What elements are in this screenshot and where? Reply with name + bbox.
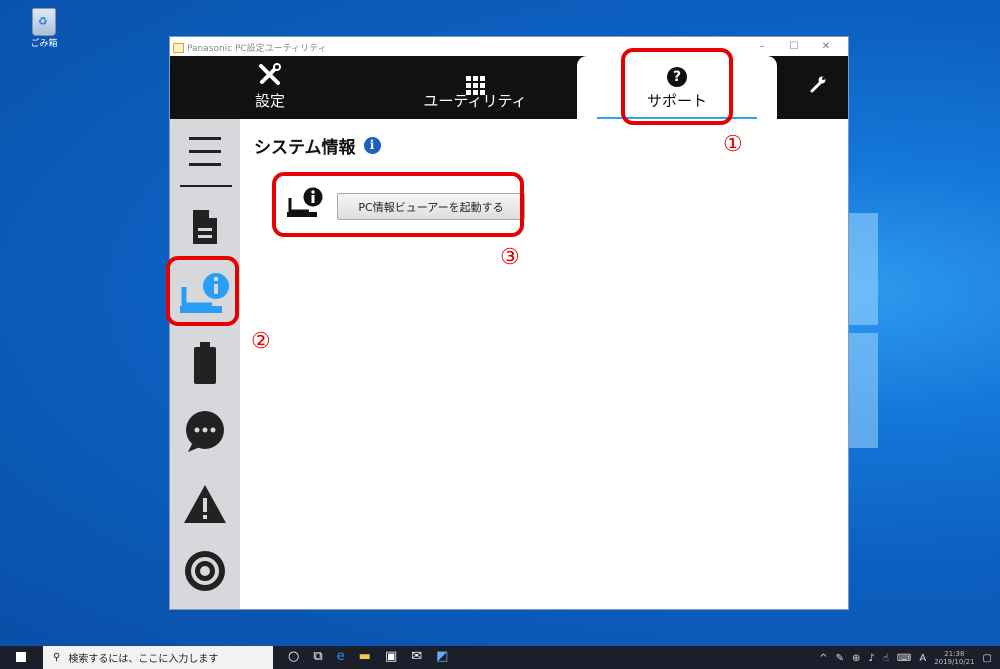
clock-time: 21:38 (944, 650, 965, 658)
tab-utility[interactable]: ユーティリティ (400, 56, 550, 119)
sidebar (170, 119, 240, 609)
close-button[interactable]: ✕ (810, 37, 842, 56)
pen-icon[interactable]: ✎ (836, 653, 844, 664)
store-icon[interactable]: ▣ (385, 649, 397, 664)
tools-icon (215, 62, 325, 88)
window-title: Panasonic PC設定ユーティリティ (187, 44, 327, 54)
annotation-3: ③ (500, 245, 520, 270)
sidebar-item-chat[interactable] (170, 401, 240, 461)
sidebar-item-battery[interactable] (170, 333, 240, 393)
tab-settings[interactable]: 設定 (215, 56, 325, 119)
main-tabs: 設定 ユーティリティ ? サポート (170, 56, 848, 120)
maximize-button[interactable]: ☐ (778, 37, 810, 56)
document-icon (193, 210, 217, 244)
file-explorer-icon[interactable]: ▬ (359, 649, 371, 664)
system-tray: ^ ✎ ⊕ ♪ ☝ ⌨ A 21:38 2019/10/21 ▢ (819, 650, 992, 666)
clock-date: 2019/10/21 (934, 658, 975, 666)
sidebar-item-warning[interactable] (170, 474, 240, 534)
keyboard-icon[interactable]: ⌨ (897, 653, 911, 664)
pc-settings-window: Panasonic PC設定ユーティリティ – ☐ ✕ 設定 ユーティリティ ?… (170, 37, 848, 609)
volume-icon[interactable]: ♪ (868, 653, 874, 664)
taskbar-apps: ○ ⧉ e ▬ ▣ ✉ ◩ (288, 649, 448, 664)
app-icon (173, 42, 184, 53)
clock[interactable]: 21:38 2019/10/21 (934, 650, 974, 666)
sidebar-divider (180, 185, 232, 187)
wrench-icon (788, 74, 848, 100)
edge-icon[interactable]: e (337, 649, 345, 664)
annotation-1: ① (723, 132, 743, 157)
annotation-2: ② (251, 329, 271, 354)
menu-icon[interactable] (170, 121, 240, 181)
taskbar-search[interactable]: ⚲ 検索するには、ここに入力します (43, 646, 273, 669)
recycle-bin-icon (32, 8, 56, 36)
windows-start-icon[interactable] (16, 652, 26, 662)
mail-icon[interactable]: ✉ (411, 649, 422, 664)
chat-icon (186, 411, 224, 452)
title-bar[interactable]: Panasonic PC設定ユーティリティ – ☐ ✕ (170, 37, 848, 56)
page-title: システム情報 i (254, 133, 381, 158)
highlight-launch-button (272, 172, 524, 237)
page-title-text: システム情報 (254, 138, 356, 158)
tab-settings-label: 設定 (254, 92, 285, 110)
search-icon: ⚲ (53, 652, 61, 663)
sidebar-item-target[interactable] (170, 541, 240, 601)
target-icon (185, 551, 225, 591)
tab-utility-label: ユーティリティ (423, 92, 527, 110)
grid-icon (400, 62, 550, 95)
recycle-bin-shortcut[interactable]: ごみ箱 (25, 8, 63, 49)
chevron-up-icon[interactable]: ^ (819, 653, 827, 664)
info-icon[interactable]: i (363, 137, 381, 154)
recycle-bin-label: ごみ箱 (30, 39, 58, 49)
network-icon[interactable]: ⊕ (852, 653, 860, 664)
ime-indicator[interactable]: A (919, 653, 926, 664)
warning-icon (184, 485, 226, 523)
notification-icon[interactable]: ▢ (983, 653, 992, 664)
taskbar: ⚲ 検索するには、ここに入力します ○ ⧉ e ▬ ▣ ✉ ◩ ^ ✎ ⊕ ♪ … (0, 646, 1000, 669)
touch-icon[interactable]: ☝ (883, 653, 889, 664)
sidebar-item-document[interactable] (170, 197, 240, 257)
highlight-support-tab (621, 48, 733, 125)
highlight-system-info (166, 256, 239, 326)
task-view-icon[interactable]: ⧉ (313, 649, 322, 664)
settings-wrench-button[interactable] (788, 56, 848, 119)
search-placeholder: 検索するには、ここに入力します (68, 654, 219, 665)
paint-icon[interactable]: ◩ (436, 649, 448, 664)
cortana-icon[interactable]: ○ (288, 649, 299, 664)
minimize-button[interactable]: – (746, 37, 778, 56)
battery-icon (194, 342, 216, 384)
